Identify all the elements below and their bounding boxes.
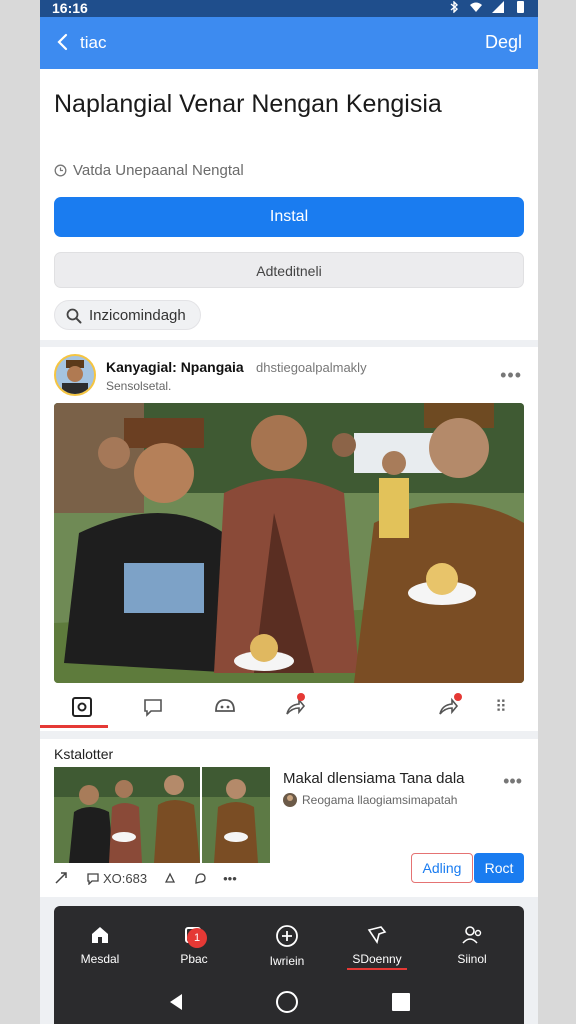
related-overflow-icon[interactable]: ••• [223, 871, 237, 886]
add-circle-icon [276, 925, 298, 947]
system-navigation-bar [54, 984, 524, 1024]
nav-label-profile: Siinol [457, 952, 487, 966]
bookmark-icon[interactable] [193, 871, 207, 885]
system-home-icon[interactable] [275, 990, 299, 1014]
post-photo-illustration [54, 403, 524, 683]
related-card: Kstalotter Makal dlensiama Tana dala Reo… [40, 739, 538, 897]
header-meta-text: Vatda Unepaanal Nengtal [73, 162, 244, 179]
wifi-icon [470, 2, 482, 12]
nav-label-home: Mesdal [80, 952, 120, 966]
nav-item-profile[interactable]: Siinol [432, 924, 512, 966]
post-photo[interactable] [54, 403, 524, 683]
share-badge [297, 693, 305, 701]
nav-label-inbox: Pbac [180, 952, 208, 966]
camera-icon[interactable] [70, 695, 94, 719]
nav-active-indicator [347, 968, 407, 970]
header-meta: Vatda Unepaanal Nengtal [54, 162, 244, 179]
battery-icon [517, 1, 524, 13]
app-bar-action[interactable]: Degl [485, 32, 522, 53]
nav-item-pinned[interactable]: SDoenny [337, 924, 417, 966]
nav-item-home[interactable]: Mesdal [60, 924, 140, 966]
nav-label-create: Iwriein [269, 954, 305, 968]
avatar-image [56, 356, 94, 394]
post-handle: dhstiegoalpalmakly [256, 360, 367, 375]
app-bar: tiac Degl [40, 17, 538, 69]
status-time: 16:16 [52, 0, 88, 16]
related-thumbnail-2[interactable] [202, 767, 270, 863]
back-arrow-icon[interactable] [52, 31, 74, 53]
author-avatar [283, 793, 297, 807]
system-recents-icon[interactable] [391, 992, 411, 1012]
more-options-icon[interactable]: ••• [500, 365, 522, 386]
reaction-icon[interactable] [213, 695, 237, 719]
avatar[interactable] [54, 354, 96, 396]
post-action-row: ⠿ [40, 689, 538, 728]
pin-icon [367, 926, 387, 944]
comment-count-text: XO:683 [103, 870, 148, 886]
secondary-button[interactable]: Adteditneli [54, 252, 524, 288]
install-button[interactable]: Instal [54, 197, 524, 237]
clock-icon [54, 164, 67, 177]
page-title: Naplangial Venar Nengan Kengisia [54, 90, 442, 118]
bottom-navigation: Mesdal Pbac 1 Iwriein SDoenny Siinol [54, 906, 524, 1024]
search-icon [66, 308, 82, 324]
post-subtitle: Sensolsetal. [106, 379, 172, 393]
forward-badge [454, 693, 462, 701]
like-icon[interactable] [163, 871, 177, 885]
related-author: Reogama llaogiamsimapatah [302, 793, 458, 807]
status-bar: 16:16 [40, 0, 538, 17]
phone-screen: 16:16 tiac Degl Naplangial Venar Nengan … [40, 0, 538, 1024]
header-card: Naplangial Venar Nengan Kengisia Vatda U… [40, 69, 538, 340]
post-card: Kanyagial: Npangaia dhstiegoalpalmakly S… [40, 347, 538, 731]
inbox-badge: 1 [187, 928, 207, 948]
roct-button[interactable]: Roct [474, 853, 524, 883]
bluetooth-icon [450, 1, 459, 13]
profile-icon [462, 926, 482, 944]
nav-label-pinned: SDoenny [352, 952, 402, 966]
related-action-row: XO:683 ••• [54, 870, 253, 886]
search-chip-label: Inzicomindagh [89, 307, 186, 324]
comment-count[interactable]: XO:683 [86, 871, 147, 886]
related-more-options-icon[interactable]: ••• [503, 771, 522, 792]
nav-item-create[interactable]: Iwriein [247, 924, 327, 968]
related-thumbnail-1[interactable] [54, 767, 200, 863]
post-username[interactable]: Kanyagial: Npangaia [106, 359, 244, 375]
related-comment-icon [87, 873, 99, 885]
home-icon [92, 927, 108, 943]
active-tab-indicator [40, 725, 108, 728]
repost-arrow-icon[interactable] [54, 870, 70, 886]
system-back-icon[interactable] [166, 992, 186, 1012]
comment-icon[interactable] [141, 695, 165, 719]
back-label[interactable]: tiac [80, 33, 106, 53]
signal-icon [492, 1, 504, 13]
related-title[interactable]: Makal dlensiama Tana dala [283, 770, 465, 787]
related-thumbnails[interactable] [54, 767, 270, 863]
related-author-row: Reogama llaogiamsimapatah [283, 793, 457, 807]
search-chip[interactable]: Inzicomindagh [54, 300, 201, 330]
related-section-label: Kstalotter [54, 746, 114, 762]
adling-button[interactable]: Adling [411, 853, 473, 883]
grid-dots-icon[interactable]: ⠿ [495, 697, 507, 717]
